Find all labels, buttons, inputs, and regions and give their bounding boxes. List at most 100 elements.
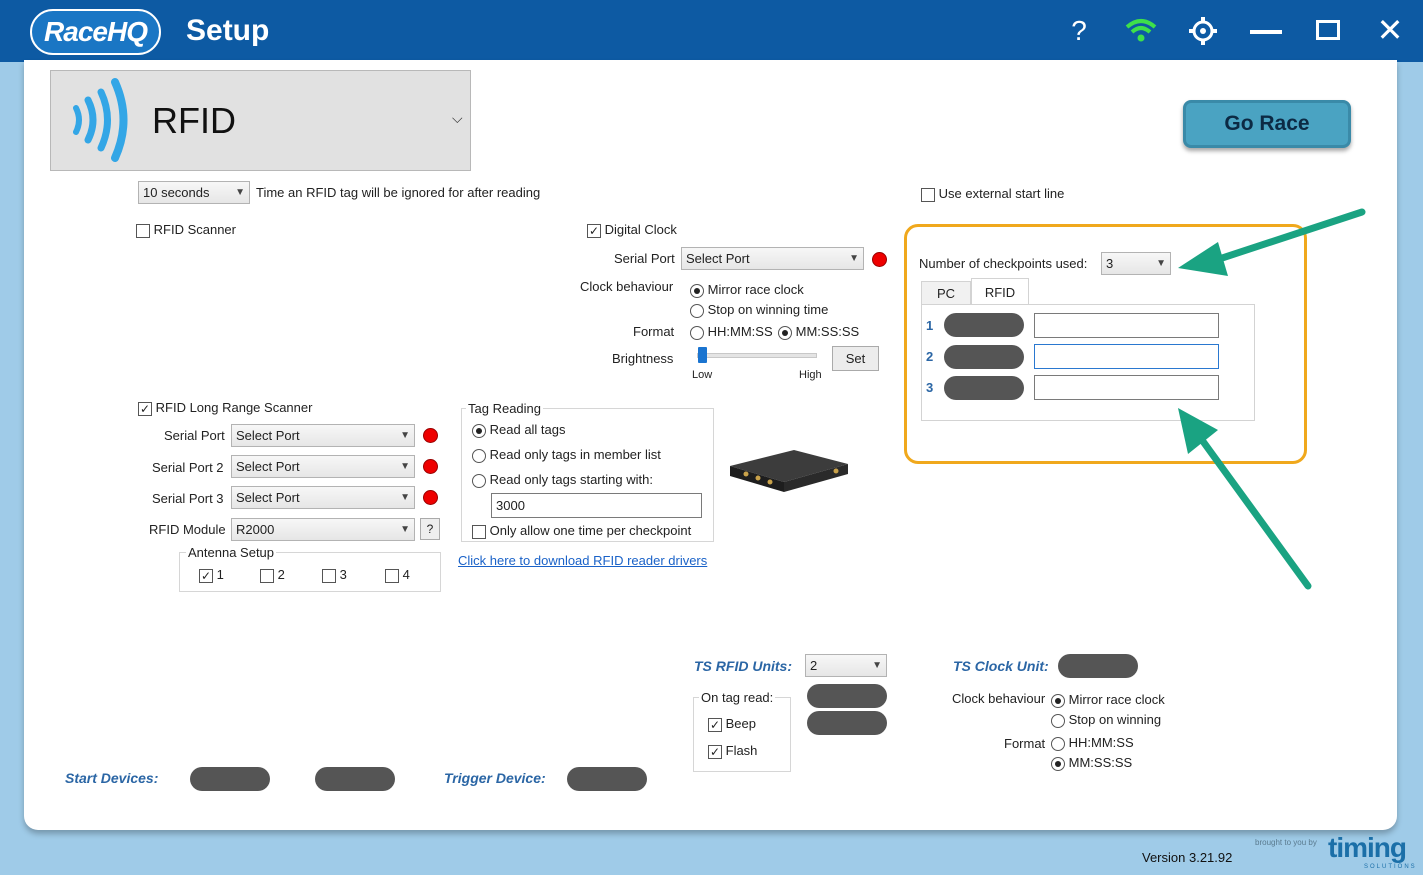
antenna-4-checkbox[interactable]: 4 (385, 567, 410, 583)
radio-dot[interactable] (690, 325, 704, 340)
radio-label: HH:MM:SS (1068, 735, 1134, 750)
radio-label: Stop on winning time (707, 302, 829, 317)
download-drivers-link[interactable]: Click here to download RFID reader drive… (458, 553, 707, 568)
checkpoints-count-select[interactable]: 3 ▼ (1101, 252, 1171, 275)
ts-rfid-units-label: TS RFID Units: (694, 658, 792, 674)
radio-label: MM:SS:SS (1068, 755, 1133, 770)
radio-label: Read only tags in member list (489, 447, 661, 462)
start-device-button[interactable] (190, 767, 270, 791)
radio-dot[interactable] (1051, 693, 1065, 708)
serial-port-3-select[interactable]: Select Port ▼ (231, 486, 415, 509)
ts-rfid-units-select[interactable]: 2 ▼ (805, 654, 887, 677)
brightness-slider-track[interactable] (697, 353, 817, 358)
checkpoint-number: 1 (926, 318, 934, 333)
racehq-logo: RaceHQ (30, 9, 161, 55)
flash-checkbox[interactable]: ✓ Flash (708, 743, 757, 759)
minimize-icon[interactable] (1250, 30, 1282, 34)
checkbox-box[interactable]: ✓ (587, 223, 601, 238)
tag-prefix-input[interactable]: 3000 (491, 493, 702, 518)
select-value: R2000 (236, 522, 275, 537)
checkpoint-number: 3 (926, 380, 934, 395)
ts-clock-behaviour-label: Clock behaviour (952, 691, 1046, 706)
chevron-down-icon: ▼ (400, 524, 410, 535)
antenna-3-checkbox[interactable]: 3 (322, 567, 347, 583)
radio-label: Mirror race clock (1068, 692, 1165, 707)
read-member-tags-radio[interactable]: Read only tags in member list (472, 447, 661, 463)
antenna-label: 2 (277, 567, 285, 582)
start-device-button[interactable] (315, 767, 395, 791)
help-icon[interactable]: ? (1062, 14, 1096, 48)
chevron-down-icon: ▼ (400, 461, 410, 472)
radio-dot[interactable] (690, 283, 704, 298)
external-start-checkbox[interactable]: Use external start line (921, 186, 1064, 202)
mode-label: RFID (152, 100, 236, 141)
tab-rfid[interactable]: RFID (971, 278, 1029, 305)
ts-clock-unit-label: TS Clock Unit: (953, 658, 1049, 674)
ts-format-hhmmss-radio[interactable]: HH:MM:SS (1051, 735, 1134, 751)
ts-rfid-unit-button[interactable] (807, 684, 887, 708)
clock-behaviour-label: Clock behaviour (580, 279, 674, 294)
beep-checkbox[interactable]: ✓ Beep (708, 716, 756, 732)
read-all-tags-radio[interactable]: Read all tags (472, 422, 566, 438)
on-tag-read-label: On tag read: (699, 690, 776, 705)
wifi-icon[interactable] (1124, 14, 1158, 48)
checkbox-box[interactable] (260, 568, 274, 583)
module-help-button[interactable]: ? (420, 518, 440, 540)
ts-mirror-race-clock-radio[interactable]: Mirror race clock (1051, 692, 1165, 708)
long-range-checkbox[interactable]: ✓ RFID Long Range Scanner (138, 400, 312, 416)
stop-winning-time-radio[interactable]: Stop on winning time (690, 302, 828, 318)
rfid-module-select[interactable]: R2000 ▼ (231, 518, 415, 541)
radio-dot[interactable] (472, 473, 486, 488)
radio-dot[interactable] (472, 423, 486, 438)
radio-dot[interactable] (1051, 736, 1065, 751)
checkbox-box[interactable] (136, 223, 150, 238)
checkbox-box[interactable] (921, 187, 935, 202)
checkbox-box[interactable] (472, 524, 486, 539)
checkbox-box[interactable] (322, 568, 336, 583)
checkpoint-device-button[interactable] (944, 376, 1024, 400)
clock-serial-port-select[interactable]: Select Port ▼ (681, 247, 864, 270)
brightness-slider-thumb[interactable] (698, 347, 707, 363)
serial-port-2-select[interactable]: Select Port ▼ (231, 455, 415, 478)
format-hhmmss-radio[interactable]: HH:MM:SS (690, 324, 773, 340)
antenna-1-checkbox[interactable]: ✓ 1 (199, 567, 224, 583)
trigger-device-button[interactable] (567, 767, 647, 791)
checkpoint-device-button[interactable] (944, 345, 1024, 369)
radio-dot[interactable] (472, 448, 486, 463)
checkbox-box[interactable]: ✓ (138, 401, 152, 416)
antenna-setup-label: Antenna Setup (186, 545, 277, 560)
tab-pc[interactable]: PC (921, 281, 971, 305)
format-mmssss-radio[interactable]: MM:SS:SS (778, 324, 859, 340)
rfid-reader-image (730, 450, 848, 492)
one-time-per-checkpoint-checkbox[interactable]: Only allow one time per checkpoint (472, 523, 691, 539)
antenna-label: 1 (216, 567, 224, 582)
close-icon[interactable]: ✕ (1373, 13, 1407, 47)
ts-rfid-unit-button[interactable] (807, 711, 887, 735)
brightness-set-button[interactable]: Set (832, 346, 879, 371)
settings-icon[interactable] (1186, 14, 1220, 48)
ts-format-mmssss-radio[interactable]: MM:SS:SS (1051, 755, 1132, 771)
checkpoint-device-button[interactable] (944, 313, 1024, 337)
radio-dot[interactable] (690, 303, 704, 318)
read-prefix-tags-radio[interactable]: Read only tags starting with: (472, 472, 653, 488)
checkbox-box[interactable]: ✓ (708, 717, 722, 732)
maximize-icon[interactable] (1316, 20, 1340, 40)
digital-clock-checkbox[interactable]: ✓ Digital Clock (587, 222, 677, 238)
ts-clock-unit-button[interactable] (1058, 654, 1138, 678)
antenna-label: 3 (339, 567, 347, 582)
checkbox-box[interactable]: ✓ (708, 744, 722, 759)
ignore-time-select[interactable]: 10 seconds ▼ (138, 181, 250, 204)
checkbox-box[interactable] (385, 568, 399, 583)
ts-stop-winning-radio[interactable]: Stop on winning (1051, 712, 1161, 728)
radio-dot[interactable] (1051, 756, 1065, 771)
serial-port-1-select[interactable]: Select Port ▼ (231, 424, 415, 447)
rfid-scanner-checkbox[interactable]: RFID Scanner (136, 222, 236, 238)
radio-dot[interactable] (778, 325, 792, 340)
checkbox-label: Beep (725, 716, 756, 731)
rfid-waves-icon (73, 78, 128, 162)
go-race-button[interactable]: Go Race (1183, 100, 1351, 148)
checkbox-box[interactable]: ✓ (199, 568, 213, 583)
antenna-2-checkbox[interactable]: 2 (260, 567, 285, 583)
mirror-race-clock-radio[interactable]: Mirror race clock (690, 282, 804, 298)
radio-dot[interactable] (1051, 713, 1065, 728)
